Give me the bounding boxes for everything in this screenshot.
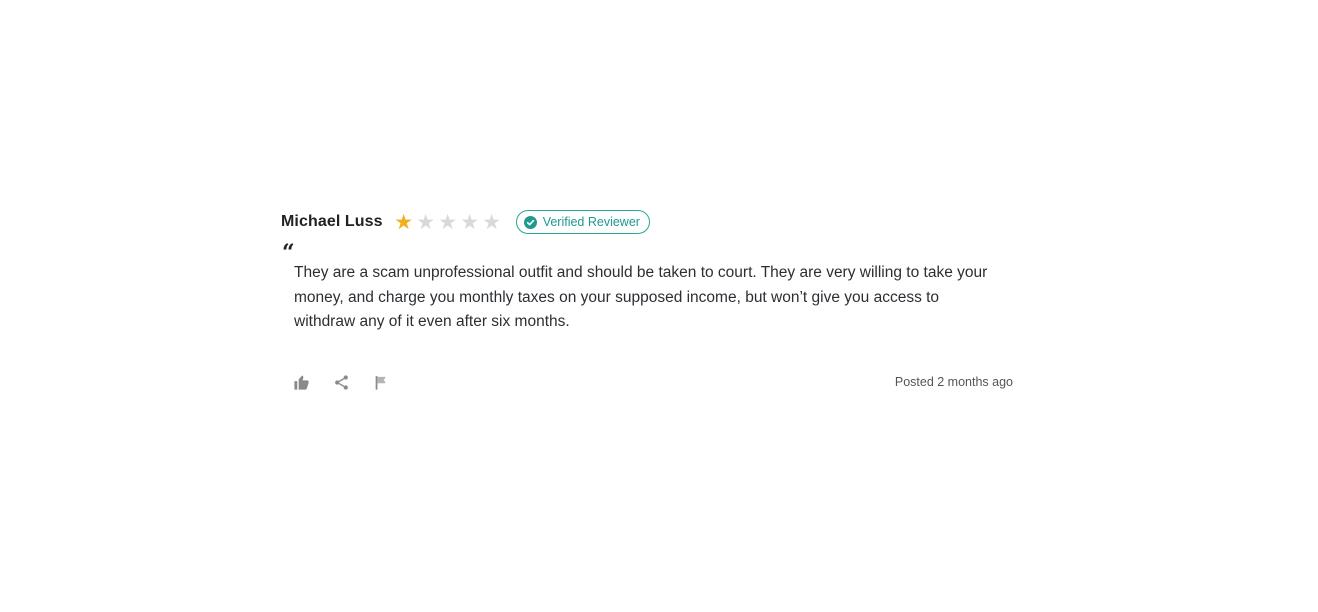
verified-badge: Verified Reviewer [515,210,650,234]
thumbs-up-icon[interactable] [293,374,310,391]
star-rating: ★ ★ ★ ★ ★ [393,212,503,233]
review-card: Michael Luss ★ ★ ★ ★ ★ Verified Reviewer “ T… [281,208,1016,390]
reviewer-name: Michael Luss [281,213,383,230]
review-actions [293,374,390,391]
star-icon: ★ [416,210,436,234]
star-icon: ★ [482,210,502,234]
star-icon: ★ [460,210,480,234]
flag-icon[interactable] [373,374,390,391]
check-circle-icon [523,215,537,229]
star-icon: ★ [438,210,458,234]
share-icon[interactable] [333,374,350,391]
quote-mark-icon: “ [282,240,295,266]
posted-date: Posted 2 months ago [894,375,1013,389]
review-text: They are a scam unprofessional outfit an… [294,264,988,330]
review-header: Michael Luss ★ ★ ★ ★ ★ Verified Reviewer [281,208,1016,236]
star-icon: ★ [394,210,414,234]
verified-badge-label: Verified Reviewer [542,215,640,229]
